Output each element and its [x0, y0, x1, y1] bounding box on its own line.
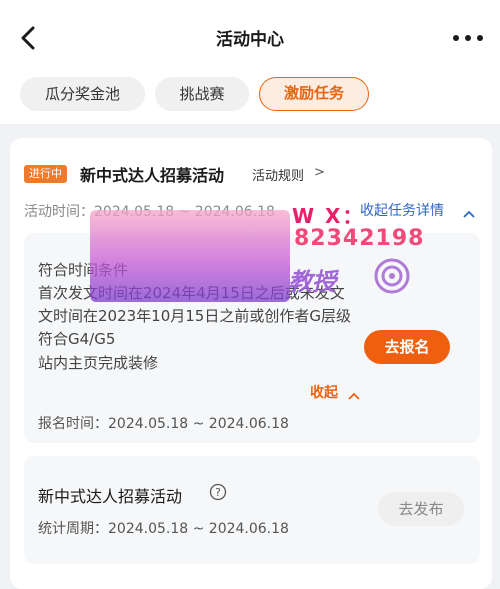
chevron-up-icon[interactable] — [462, 204, 476, 218]
signup-button[interactable]: 去报名 — [364, 330, 450, 364]
watermark-wx-number: 82342198 — [294, 226, 425, 251]
help-icon[interactable]: ? — [209, 483, 227, 501]
watermark-wx-label: W X： — [292, 204, 365, 228]
registration-time: 报名时间：2024.05.18 ~ 2024.06.18 — [38, 416, 289, 432]
top-bar: 活动中心 — [0, 0, 500, 72]
collapse-details-link[interactable]: 收起任务详情 — [360, 200, 444, 220]
task-title: 新中式达人招募活动 — [38, 487, 183, 506]
rules-chevron-icon[interactable]: > — [314, 165, 325, 180]
activity-name: 新中式达人招募活动 — [80, 166, 225, 185]
publish-button[interactable]: 去发布 — [378, 492, 464, 526]
page-title: 活动中心 — [216, 30, 284, 50]
requirement-item: 文时间在2023年10月15日之前或创作者G层级 — [38, 307, 351, 325]
chevron-up-icon[interactable] — [347, 386, 361, 400]
tab-incentive-tasks[interactable]: 激励任务 — [259, 77, 369, 111]
tab-prize-pool[interactable]: 瓜分奖金池 — [20, 77, 145, 111]
requirement-item: 站内主页完成装修 — [38, 354, 159, 372]
watermark-logo-block — [90, 210, 290, 302]
rules-link[interactable]: 活动规则 — [252, 165, 304, 184]
collapse-link[interactable]: 收起 — [310, 382, 338, 402]
snail-logo-icon — [372, 256, 412, 296]
requirement-item: 符合G4/G5 — [38, 330, 116, 348]
more-options-icon[interactable] — [450, 26, 486, 50]
stat-period: 统计周期：2024.05.18 ~ 2024.06.18 — [38, 521, 289, 537]
status-badge: 进行中 — [24, 165, 67, 183]
tab-challenge[interactable]: 挑战赛 — [155, 77, 249, 111]
activity-card: 进行中 新中式达人招募活动 活动规则 > 活动时间：2024.05.18 ~ 2… — [10, 138, 492, 589]
svg-text:?: ? — [215, 486, 221, 499]
tab-bar: 瓜分奖金池 挑战赛 激励任务 — [0, 72, 500, 124]
watermark-subtitle: 教授 — [288, 268, 336, 296]
